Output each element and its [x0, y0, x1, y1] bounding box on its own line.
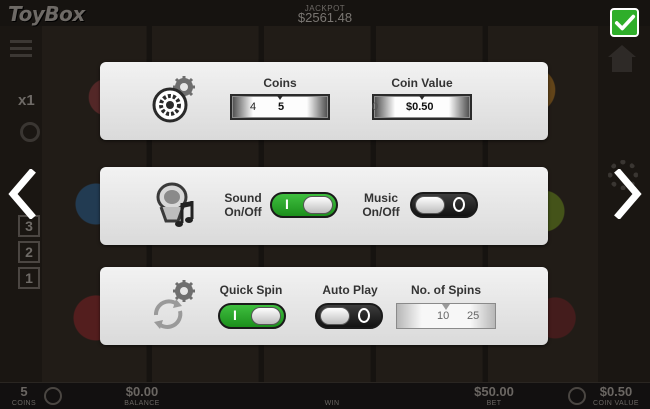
- quick-spin-toggle[interactable]: I: [218, 303, 286, 329]
- coin-value-selected: $0.50: [406, 101, 434, 113]
- music-label-line2: On/Off: [362, 205, 400, 219]
- chevron-left-icon: [8, 169, 36, 219]
- confirm-settings-button[interactable]: [610, 8, 639, 37]
- win-readout: WIN: [300, 385, 364, 408]
- music-label: Music On/Off: [356, 191, 406, 219]
- music-label-line1: Music: [363, 191, 398, 205]
- coins-selected-value: 5: [278, 101, 285, 113]
- balance-value: $0.00: [125, 384, 159, 399]
- toggle-knob: [320, 307, 350, 325]
- win-label: WIN: [324, 400, 340, 407]
- selector-pointer: [418, 94, 426, 100]
- coin-value-readout-label: COIN VALUE: [593, 400, 639, 407]
- sound-label: Sound On/Off: [218, 191, 268, 219]
- coins-label: Coins: [263, 76, 297, 90]
- coin-value-prev-option: 0: [372, 101, 379, 113]
- coin-value-readout-value: $0.50: [599, 384, 633, 399]
- coins-readout-label: COINS: [11, 400, 37, 407]
- menu-icon[interactable]: [10, 40, 32, 58]
- spins-option: 10: [437, 310, 450, 322]
- toggle-off-mark: [358, 308, 370, 323]
- chevron-right-icon: [614, 169, 642, 219]
- sound-label-line2: On/Off: [224, 205, 262, 219]
- coins-readout: 5 COINS: [8, 385, 40, 408]
- coins-option: 4: [250, 101, 257, 113]
- timer-icon[interactable]: [20, 122, 40, 142]
- auto-play-toggle[interactable]: [315, 303, 383, 329]
- quick-spin-label: Quick Spin: [219, 283, 283, 297]
- toggle-off-mark: [453, 197, 465, 212]
- audio-settings-panel: Sound On/Off I Music On/Off: [100, 167, 548, 245]
- bet-readout: $50.00 BET: [462, 385, 526, 408]
- previous-page-button[interactable]: [4, 168, 40, 220]
- toggle-knob: [251, 307, 281, 325]
- toggle-on-mark: I: [233, 307, 237, 323]
- line-selector: 3 2 1: [18, 215, 40, 293]
- spin-settings-panel: Quick Spin I Auto Play No. of Spins 10 2…: [100, 267, 548, 345]
- jackpot-value: $2561.48: [297, 10, 353, 25]
- coins-adjust-icon[interactable]: [44, 387, 62, 405]
- line-box-2[interactable]: 2: [18, 241, 40, 263]
- toggle-on-mark: I: [285, 196, 289, 212]
- bet-label: BET: [486, 400, 502, 407]
- auto-play-label: Auto Play: [322, 283, 378, 297]
- coin-value-label: Coin Value: [391, 76, 453, 90]
- toggle-knob: [415, 196, 445, 214]
- bottom-bar: 5 COINS $0.00 BALANCE WIN $50.00 BET $0.…: [0, 382, 650, 409]
- sound-label-line1: Sound: [224, 191, 262, 205]
- coins-settings-panel: Coins 4 5 Coin Value 0 $0.50: [100, 62, 548, 140]
- multiplier-label: x1: [18, 92, 35, 109]
- line-box-1[interactable]: 1: [18, 267, 40, 289]
- coin-value-adjust-icon[interactable]: [568, 387, 586, 405]
- coin-value-selector[interactable]: 0 $0.50: [372, 94, 472, 120]
- coin-gear-icon: [152, 76, 195, 123]
- next-page-button[interactable]: [610, 168, 646, 220]
- spins-label: No. of Spins: [411, 283, 481, 297]
- sound-toggle[interactable]: I: [270, 192, 338, 218]
- spins-selector: 10 25: [396, 303, 496, 329]
- spins-option: 25: [467, 310, 480, 322]
- home-icon[interactable]: [604, 42, 640, 74]
- selector-pointer: [276, 94, 284, 100]
- music-toggle[interactable]: [410, 192, 478, 218]
- coins-readout-value: 5: [20, 384, 28, 399]
- balance-label: BALANCE: [124, 400, 160, 407]
- toggle-knob: [303, 196, 333, 214]
- bet-value: $50.00: [474, 384, 514, 399]
- speaker-music-icon: [156, 182, 194, 227]
- coins-selector[interactable]: 4 5: [230, 94, 330, 120]
- checkmark-icon: [614, 14, 635, 30]
- coin-value-readout: $0.50 COIN VALUE: [586, 385, 646, 408]
- balance-readout: $0.00 BALANCE: [110, 385, 174, 408]
- spin-gear-icon: [154, 280, 195, 329]
